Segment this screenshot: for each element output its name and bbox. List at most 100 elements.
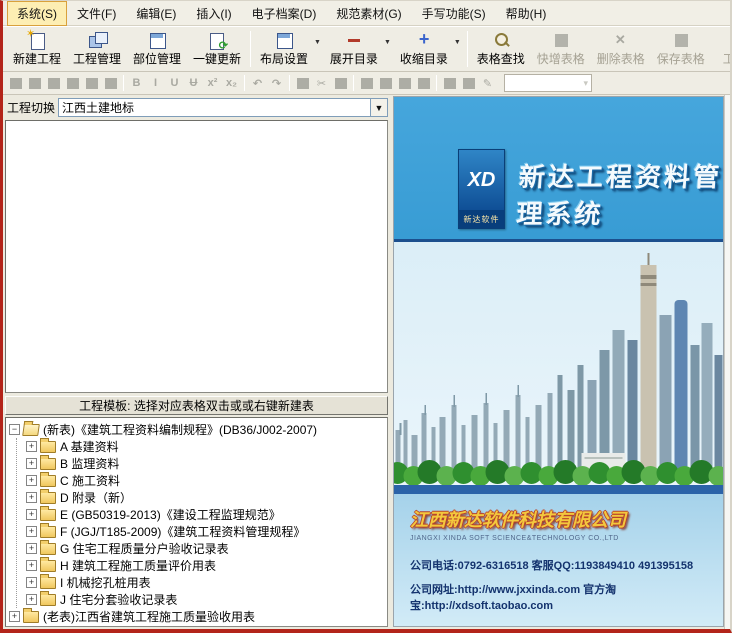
menu-item-i[interactable]: 插入(I)	[186, 1, 241, 26]
menu-item-g[interactable]: 规范素材(G)	[326, 1, 411, 26]
menu-item-h[interactable]: 帮助(H)	[496, 1, 557, 26]
表格查找-button[interactable]: 表格查找	[471, 29, 531, 69]
toolbar-button-label: 工程管理	[73, 50, 121, 67]
tree-expander-icon[interactable]: +	[9, 611, 20, 622]
xd-logo-subtext: 新达软件	[459, 210, 504, 228]
tree-item-label: I 机械挖孔桩用表	[60, 574, 151, 591]
insert-col-icon	[415, 75, 432, 91]
menu-item-s[interactable]: 系统(S)	[7, 1, 67, 26]
dropdown-arrow-icon[interactable]: ▼	[384, 39, 391, 46]
table-style-icon	[441, 75, 458, 91]
tree-expander-icon[interactable]: +	[26, 492, 37, 503]
toolbar-button-label: 保存表格	[657, 50, 705, 67]
cut-icon: ✂	[313, 75, 330, 91]
project-switch-combobox[interactable]: 江西土建地标 ▼	[58, 98, 388, 117]
menu-item-s[interactable]: 手写功能(S)	[412, 1, 496, 26]
redo-icon: ↷	[268, 75, 285, 91]
format-combobox: ▾	[504, 74, 592, 92]
menu-item-d[interactable]: 电子档案(D)	[242, 1, 327, 26]
dropdown-arrow-icon[interactable]: ▼	[314, 39, 321, 46]
新建工程-button[interactable]: 新建工程	[7, 29, 67, 69]
menu-item-f[interactable]: 文件(F)	[67, 1, 126, 26]
tree-expander-icon[interactable]: +	[26, 475, 37, 486]
toolbar-button-label: 删除表格	[597, 50, 645, 67]
toolbar-button-label: 收缩目录	[400, 50, 448, 67]
folder-icon	[40, 543, 56, 555]
tree-expander-icon[interactable]: +	[26, 577, 37, 588]
one-key-update-icon	[207, 32, 227, 49]
tree-expander-icon[interactable]: +	[26, 526, 37, 537]
工程管理-button[interactable]: 工程管理	[67, 29, 127, 69]
bold-icon: B	[128, 75, 145, 91]
insert-row-icon	[396, 75, 413, 91]
toolbar-button-label: 部位管理	[133, 50, 181, 67]
toolbar-separator	[353, 75, 354, 91]
undo-icon: ↶	[249, 75, 266, 91]
dropdown-arrow-icon[interactable]: ▼	[454, 39, 461, 46]
收缩目录-button[interactable]: 收缩目录	[394, 29, 454, 69]
tree-expander-icon[interactable]: +	[26, 458, 37, 469]
tree-row[interactable]: + D 附录（新）	[17, 489, 385, 506]
布局设置-button[interactable]: 布局设置	[254, 29, 314, 69]
folder-icon	[40, 475, 56, 487]
一键更新-button[interactable]: 一键更新	[187, 29, 247, 69]
save-table-icon	[671, 32, 691, 49]
tree-row[interactable]: + J 住宅分套验收记录表	[17, 591, 385, 608]
template-header-text: 工程模板: 选择对应表格双击或或右键新建表	[79, 397, 314, 414]
tree-item-label: D 附录（新）	[60, 489, 132, 506]
tree-item-label: A 基建资料	[60, 438, 119, 455]
tree-item-label: G 住宅工程质量分户验收记录表	[60, 540, 229, 557]
tree-row[interactable]: +H 建筑工程施工质量评价用表	[17, 557, 385, 574]
tree-item-label: (新表)《建筑工程资料编制规程》(DB36/J002-2007)	[43, 421, 317, 438]
template-header-bar: 工程模板: 选择对应表格双击或或右键新建表	[5, 396, 388, 415]
工程符-button: 工程符	[711, 29, 730, 69]
paste-icon	[294, 75, 311, 91]
tree-row[interactable]: +E (GB50319-2013)《建设工程监理规范》	[17, 506, 385, 523]
tree-row[interactable]: − (新表)《建筑工程资料编制规程》(DB36/J002-2007)	[9, 421, 385, 438]
combo-dropdown-icon[interactable]: ▼	[370, 99, 387, 116]
tree-item-label: J 住宅分套验收记录表	[60, 591, 177, 608]
tree-expander-icon[interactable]: +	[26, 509, 37, 520]
toolbar-button-label: 布局设置	[260, 50, 308, 67]
right-scroll-strip[interactable]	[724, 95, 730, 629]
folder-icon	[40, 441, 56, 453]
tree-item-label: C 施工资料	[60, 472, 120, 489]
删除表格-button: 删除表格	[591, 29, 651, 69]
toolbar-separator	[244, 75, 245, 91]
expand-tree-icon	[344, 32, 364, 49]
subscript-icon: x₂	[223, 75, 240, 91]
app-window: 系统(S)文件(F)编辑(E)插入(I)电子档案(D)规范素材(G)手写功能(S…	[0, 0, 732, 633]
collapse-tree-icon	[414, 32, 434, 49]
folder-icon	[40, 458, 56, 470]
tree-expander-icon[interactable]: +	[26, 560, 37, 571]
blue-band-divider	[394, 485, 723, 494]
part-manage-icon	[147, 32, 167, 49]
menu-bar: 系统(S)文件(F)编辑(E)插入(I)电子档案(D)规范素材(G)手写功能(S…	[3, 1, 730, 26]
tree-expander-icon[interactable]: +	[26, 594, 37, 605]
tree-row[interactable]: +F (JGJ/T185-2009)《建筑工程资料管理规程》	[17, 523, 385, 540]
company-phone-line: 公司电话:0792-6316518 客服QQ:1193849410 491395…	[410, 557, 723, 573]
main-area: 工程切换 江西土建地标 ▼ 工程模板: 选择对应表格双击或或右键新建表 −(新表…	[3, 95, 730, 629]
company-web-line: 公司网址:http://www.jxxinda.com 官方淘宝:http://…	[410, 581, 723, 613]
underline-icon: U	[166, 75, 183, 91]
tree-expander-icon[interactable]: +	[26, 441, 37, 452]
展开目录-button[interactable]: 展开目录	[324, 29, 384, 69]
toolbar-button-label: 表格查找	[477, 50, 525, 67]
folder-icon	[40, 577, 56, 589]
document-blank-panel[interactable]	[5, 120, 388, 393]
部位管理-button[interactable]: 部位管理	[127, 29, 187, 69]
tree-item-label: B 监理资料	[60, 455, 119, 472]
tree-expander-icon[interactable]: +	[26, 543, 37, 554]
template-tree[interactable]: − (新表)《建筑工程资料编制规程》(DB36/J002-2007) + A 基建资料…	[5, 417, 388, 627]
tree-row[interactable]: + I 机械挖孔桩用表	[17, 574, 385, 591]
tree-row[interactable]: +(老表)江西省建筑工程施工质量验收用表	[9, 608, 385, 625]
tree-row[interactable]: + C 施工资料	[17, 472, 385, 489]
tree-row[interactable]: + G 住宅工程质量分户验收记录表	[17, 540, 385, 557]
tree-row[interactable]: + A 基建资料	[17, 438, 385, 455]
tree-row[interactable]: + B 监理资料	[17, 455, 385, 472]
menu-item-e[interactable]: 编辑(E)	[126, 1, 186, 26]
quick-add-table-icon	[551, 32, 571, 49]
format-block-icon	[64, 75, 81, 91]
tree-expander-icon[interactable]: −	[9, 424, 20, 435]
format-block-icon	[102, 75, 119, 91]
